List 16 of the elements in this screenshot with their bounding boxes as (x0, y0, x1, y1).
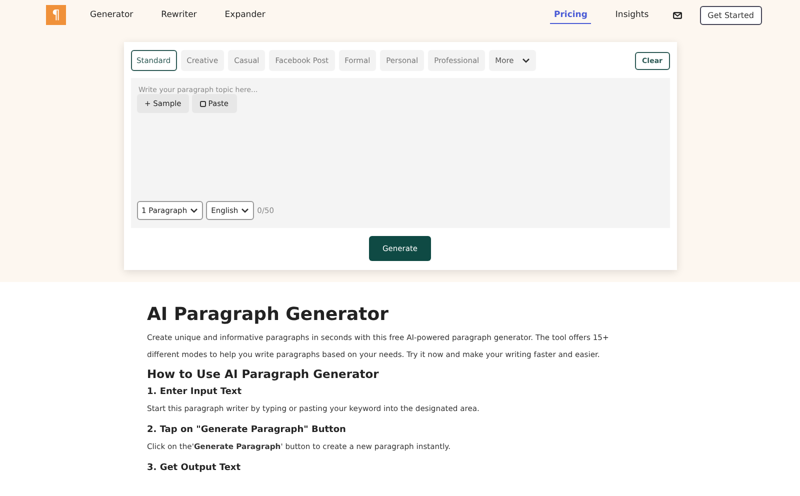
step-heading: 2. Tap on "Generate Paragraph" Button (147, 425, 347, 435)
nav-link[interactable]: Pricing (550, 6, 592, 24)
chevron-down-icon (190, 208, 198, 213)
nav-link[interactable]: Expander (220, 7, 270, 23)
article-title: AI Paragraph Generator (147, 304, 390, 325)
section-heading: How to Use AI Paragraph Generator (147, 367, 380, 381)
step-heading: 3. Get Output Text (147, 463, 242, 473)
clipboard-icon (200, 100, 206, 106)
mail-icon[interactable] (672, 12, 682, 18)
nav-link[interactable]: Generator (86, 7, 138, 23)
step-heading: 1. Enter Input Text (147, 387, 243, 397)
chevron-down-icon (522, 58, 530, 63)
nav-link[interactable]: Rewriter (157, 7, 201, 23)
nav-link[interactable]: Insights (611, 7, 653, 23)
chevron-down-icon (241, 208, 250, 213)
get-started-button[interactable]: Get Started (700, 6, 762, 24)
